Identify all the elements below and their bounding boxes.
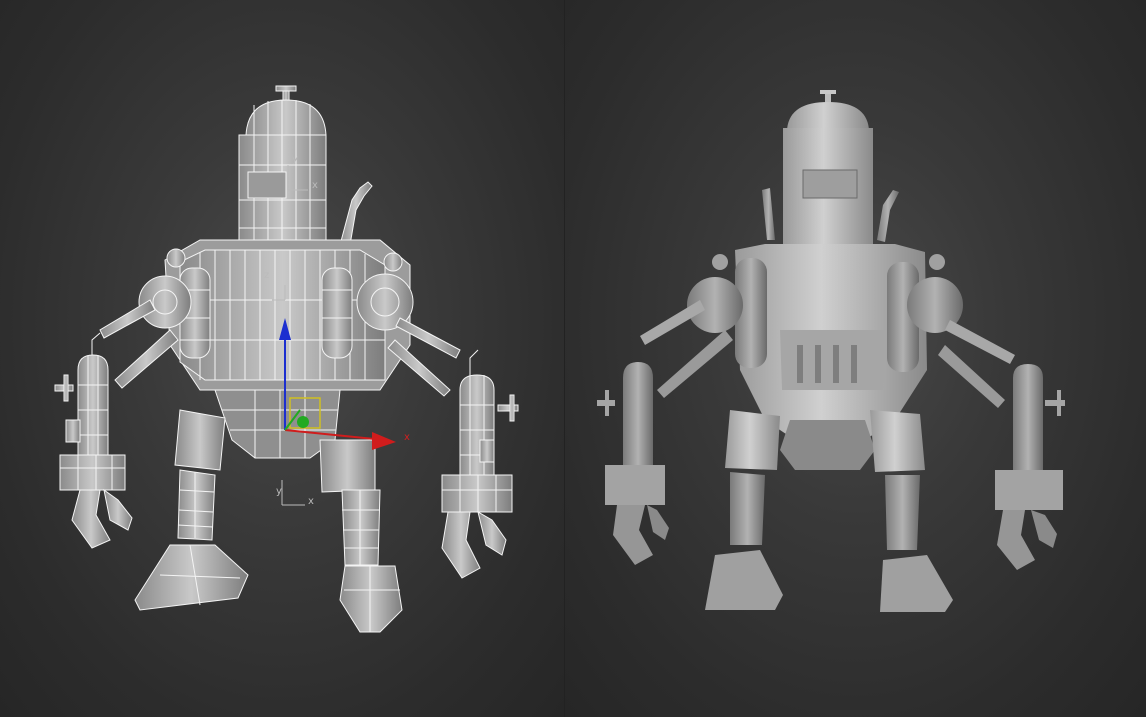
left-thigh [725,410,780,470]
right-thigh [870,410,925,472]
right-shin [341,489,381,566]
left-head-pipe [762,188,775,240]
right-viewport-canvas[interactable] [565,0,1146,717]
left-foot [705,550,783,610]
left-claw [613,505,653,565]
robot-visor [802,169,858,199]
gizmo-x-label: x [404,432,410,443]
left-shoulder-bolt [166,248,186,268]
left-thigh [174,409,226,471]
right-claw-finger [1031,510,1057,548]
left-claw-finger [103,488,133,531]
right-valve [497,404,519,412]
left-cuff [605,465,665,505]
robot-pelvis [780,420,875,470]
right-forearm-box [479,439,495,463]
left-shin [730,472,765,545]
right-shoulder-bolt [383,252,403,272]
right-viewport[interactable] [565,0,1146,717]
right-valve [1045,400,1065,406]
pivot-label-z: z [264,270,269,281]
right-foot [880,555,953,612]
right-claw [997,510,1035,570]
robot-visor [247,171,287,199]
left-viewport-canvas[interactable]: y x z y x x [0,0,565,717]
right-forearm-tank [459,374,495,481]
left-claw-finger [647,505,669,540]
right-claw-finger [477,510,507,556]
gizmo-y-handle[interactable] [297,416,309,428]
right-claw [441,511,481,579]
left-claw [71,489,111,549]
robot-head-dome [787,102,869,130]
robot-model-wireframe[interactable] [54,85,519,633]
right-shin [885,475,920,550]
viewport-container: y x z y x x [0,0,1146,717]
right-head-pipe [877,190,899,242]
left-forearm-tank [623,362,653,470]
right-chest-tank [321,267,353,359]
right-thigh [319,439,376,493]
left-cuff [59,454,126,491]
robot-model-shaded[interactable] [597,90,1065,612]
left-shin [177,469,216,541]
robot-torso [179,249,386,381]
robot-head-dome [245,99,327,136]
right-foot [339,565,403,633]
grid-axis-label-x: x [308,496,314,507]
head-knob [820,90,836,94]
left-lower-strut [114,329,179,389]
right-cuff [441,474,513,513]
left-forearm-tank [77,354,109,461]
head-pipe [339,181,373,246]
left-forearm-box [65,419,81,443]
head-knob [275,85,297,92]
right-cuff [995,470,1063,510]
right-forearm-tank [1013,364,1043,480]
pivot-label-y: y [292,154,298,165]
left-lower-strut [657,330,733,398]
pivot-label-x: x [312,180,318,191]
chest-plate [780,330,885,390]
left-viewport[interactable]: y x z y x x [0,0,565,717]
gizmo-x-arrow[interactable] [372,432,396,450]
grid-axis-label-y: y [276,486,282,497]
